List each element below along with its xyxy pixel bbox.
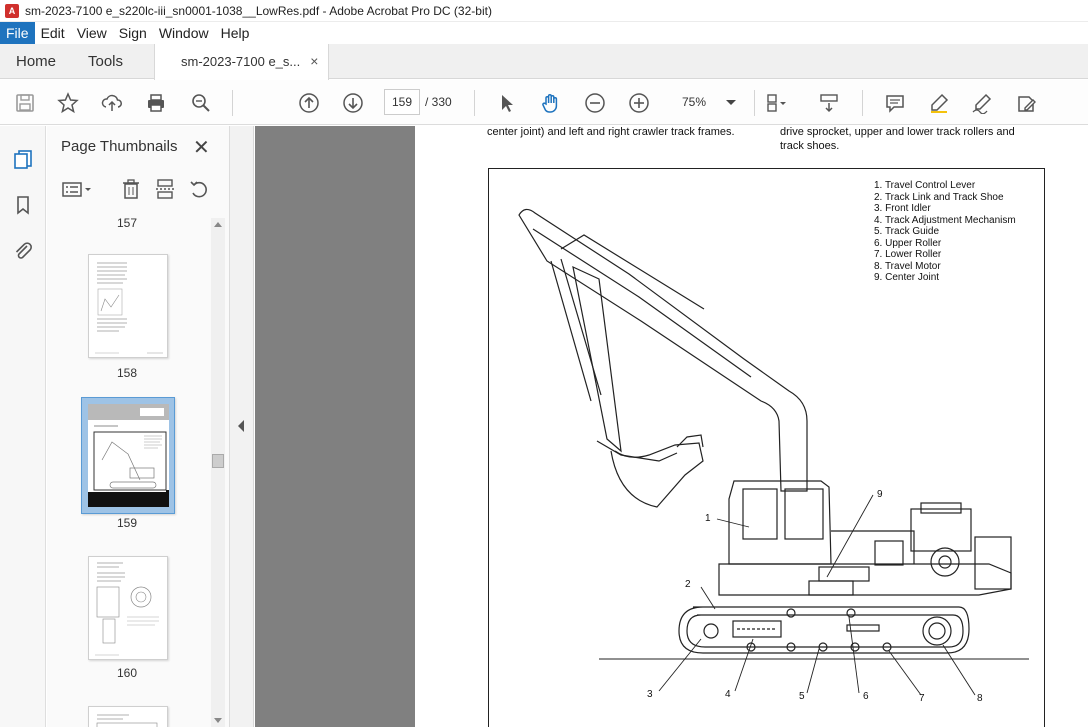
page-number-input[interactable]: 159 [384,89,420,115]
tab-bar: Home Tools sm-2023-7100 e_s... × [0,44,1088,80]
document-area[interactable]: center joint) and left and right crawler… [255,126,1088,727]
zoom-in-icon[interactable] [626,90,652,116]
thumbnail-page-158[interactable] [88,254,168,358]
highlight-icon[interactable] [926,90,952,116]
attachment-icon[interactable] [10,238,36,264]
tab-home[interactable]: Home [16,44,56,79]
panel-toolbar [47,172,230,206]
print-icon[interactable] [143,90,169,116]
bookmark-star-icon[interactable] [55,90,81,116]
close-icon[interactable]: ✕ [193,135,210,160]
page-layout-icon[interactable] [762,90,788,116]
thumbnail-label: 157 [116,216,138,230]
upload-icon[interactable] [99,90,125,116]
tab-tools[interactable]: Tools [88,44,123,79]
thumbnail-preview [95,562,159,656]
menu-sign[interactable]: Sign [113,22,153,44]
thumbnail-preview [95,262,163,354]
bookmark-icon[interactable] [10,192,36,218]
rotate-icon[interactable] [186,176,212,202]
page-total: / 330 [425,95,452,109]
tab-document-label: sm-2023-7100 e_s... [181,54,301,69]
menu-help[interactable]: Help [215,22,256,44]
tab-close-icon[interactable]: × [310,53,318,69]
page-text-left: center joint) and left and right crawler… [487,126,735,138]
chevron-down-icon [726,100,736,105]
thumbnail-label: 160 [116,666,138,680]
page-down-icon[interactable] [340,90,366,116]
callout-8: 8 [977,693,983,704]
zoom-out-icon[interactable] [582,90,608,116]
page-thumbnails-icon[interactable] [10,146,36,172]
title-bar: A sm-2023-7100 e_s220lc-iii_sn0001-1038_… [0,0,1088,22]
tab-document[interactable]: sm-2023-7100 e_s... × [154,44,330,80]
comment-icon[interactable] [882,90,908,116]
sign-icon[interactable] [969,90,995,116]
thumbnail-list: 157 158 159 160 [47,214,212,727]
figure-frame: 1. Travel Control Lever 2. Track Link an… [488,168,1045,727]
callout-5: 5 [799,691,805,702]
scroll-up-icon[interactable] [214,222,222,227]
edit-icon[interactable] [1013,90,1039,116]
page-up-icon[interactable] [296,90,322,116]
zoom-value: 75% [682,95,707,109]
toolbar-separator [232,90,233,116]
callout-6: 6 [863,691,869,702]
chevron-left-icon [238,420,244,432]
scroll-down-icon[interactable] [214,718,222,723]
scroll-thumb[interactable] [212,454,224,468]
pdf-page: center joint) and left and right crawler… [415,126,1088,727]
zoom-select[interactable]: 75% [668,89,742,115]
thumbnail-page-160[interactable] [88,556,168,660]
callout-3: 3 [647,689,653,700]
callout-9: 9 [877,489,883,500]
menu-bar: File Edit View Sign Window Help [0,22,1088,44]
menu-view[interactable]: View [71,22,113,44]
thumbnail-label: 158 [116,366,138,380]
page-text-right-1: drive sprocket, upper and lower track ro… [780,126,1015,138]
panel-collapse-handle[interactable] [230,126,254,727]
toolbar-separator [474,90,475,116]
scroll-mode-icon[interactable] [816,90,842,116]
window-title: sm-2023-7100 e_s220lc-iii_sn0001-1038__L… [25,3,492,18]
thumbnails-panel: Page Thumbnails ✕ 157 158 159 160 [47,126,230,727]
left-rail [0,126,46,727]
callout-1: 1 [705,513,711,524]
thumbnail-scrollbar[interactable] [211,218,225,727]
panel-title: Page Thumbnails [61,138,178,155]
toolbar-separator [754,90,755,116]
hand-icon[interactable] [538,90,564,116]
insert-page-icon[interactable] [152,176,178,202]
thumbnail-page-161[interactable] [88,706,168,727]
menu-edit[interactable]: Edit [35,22,71,44]
search-zoom-icon[interactable] [188,90,214,116]
toolbar-separator [862,90,863,116]
thumbnail-preview [88,404,169,507]
acrobat-icon: A [5,3,19,18]
menu-window[interactable]: Window [153,22,215,44]
thumbnail-options-icon[interactable] [59,176,97,202]
callout-2: 2 [685,579,691,590]
excavator-drawing: 1 2 3 4 5 6 7 8 9 [518,208,1029,704]
callout-7: 7 [919,693,925,704]
delete-icon[interactable] [118,176,144,202]
toolbar [0,80,1088,125]
callout-4: 4 [725,689,731,700]
thumbnail-label: 159 [116,516,138,530]
save-icon[interactable] [12,90,38,116]
menu-file[interactable]: File [0,22,35,44]
page-text-right-2: track shoes. [780,140,840,152]
select-arrow-icon[interactable] [494,90,520,116]
thumbnail-page-159[interactable] [81,397,175,514]
thumbnail-preview [96,714,158,727]
